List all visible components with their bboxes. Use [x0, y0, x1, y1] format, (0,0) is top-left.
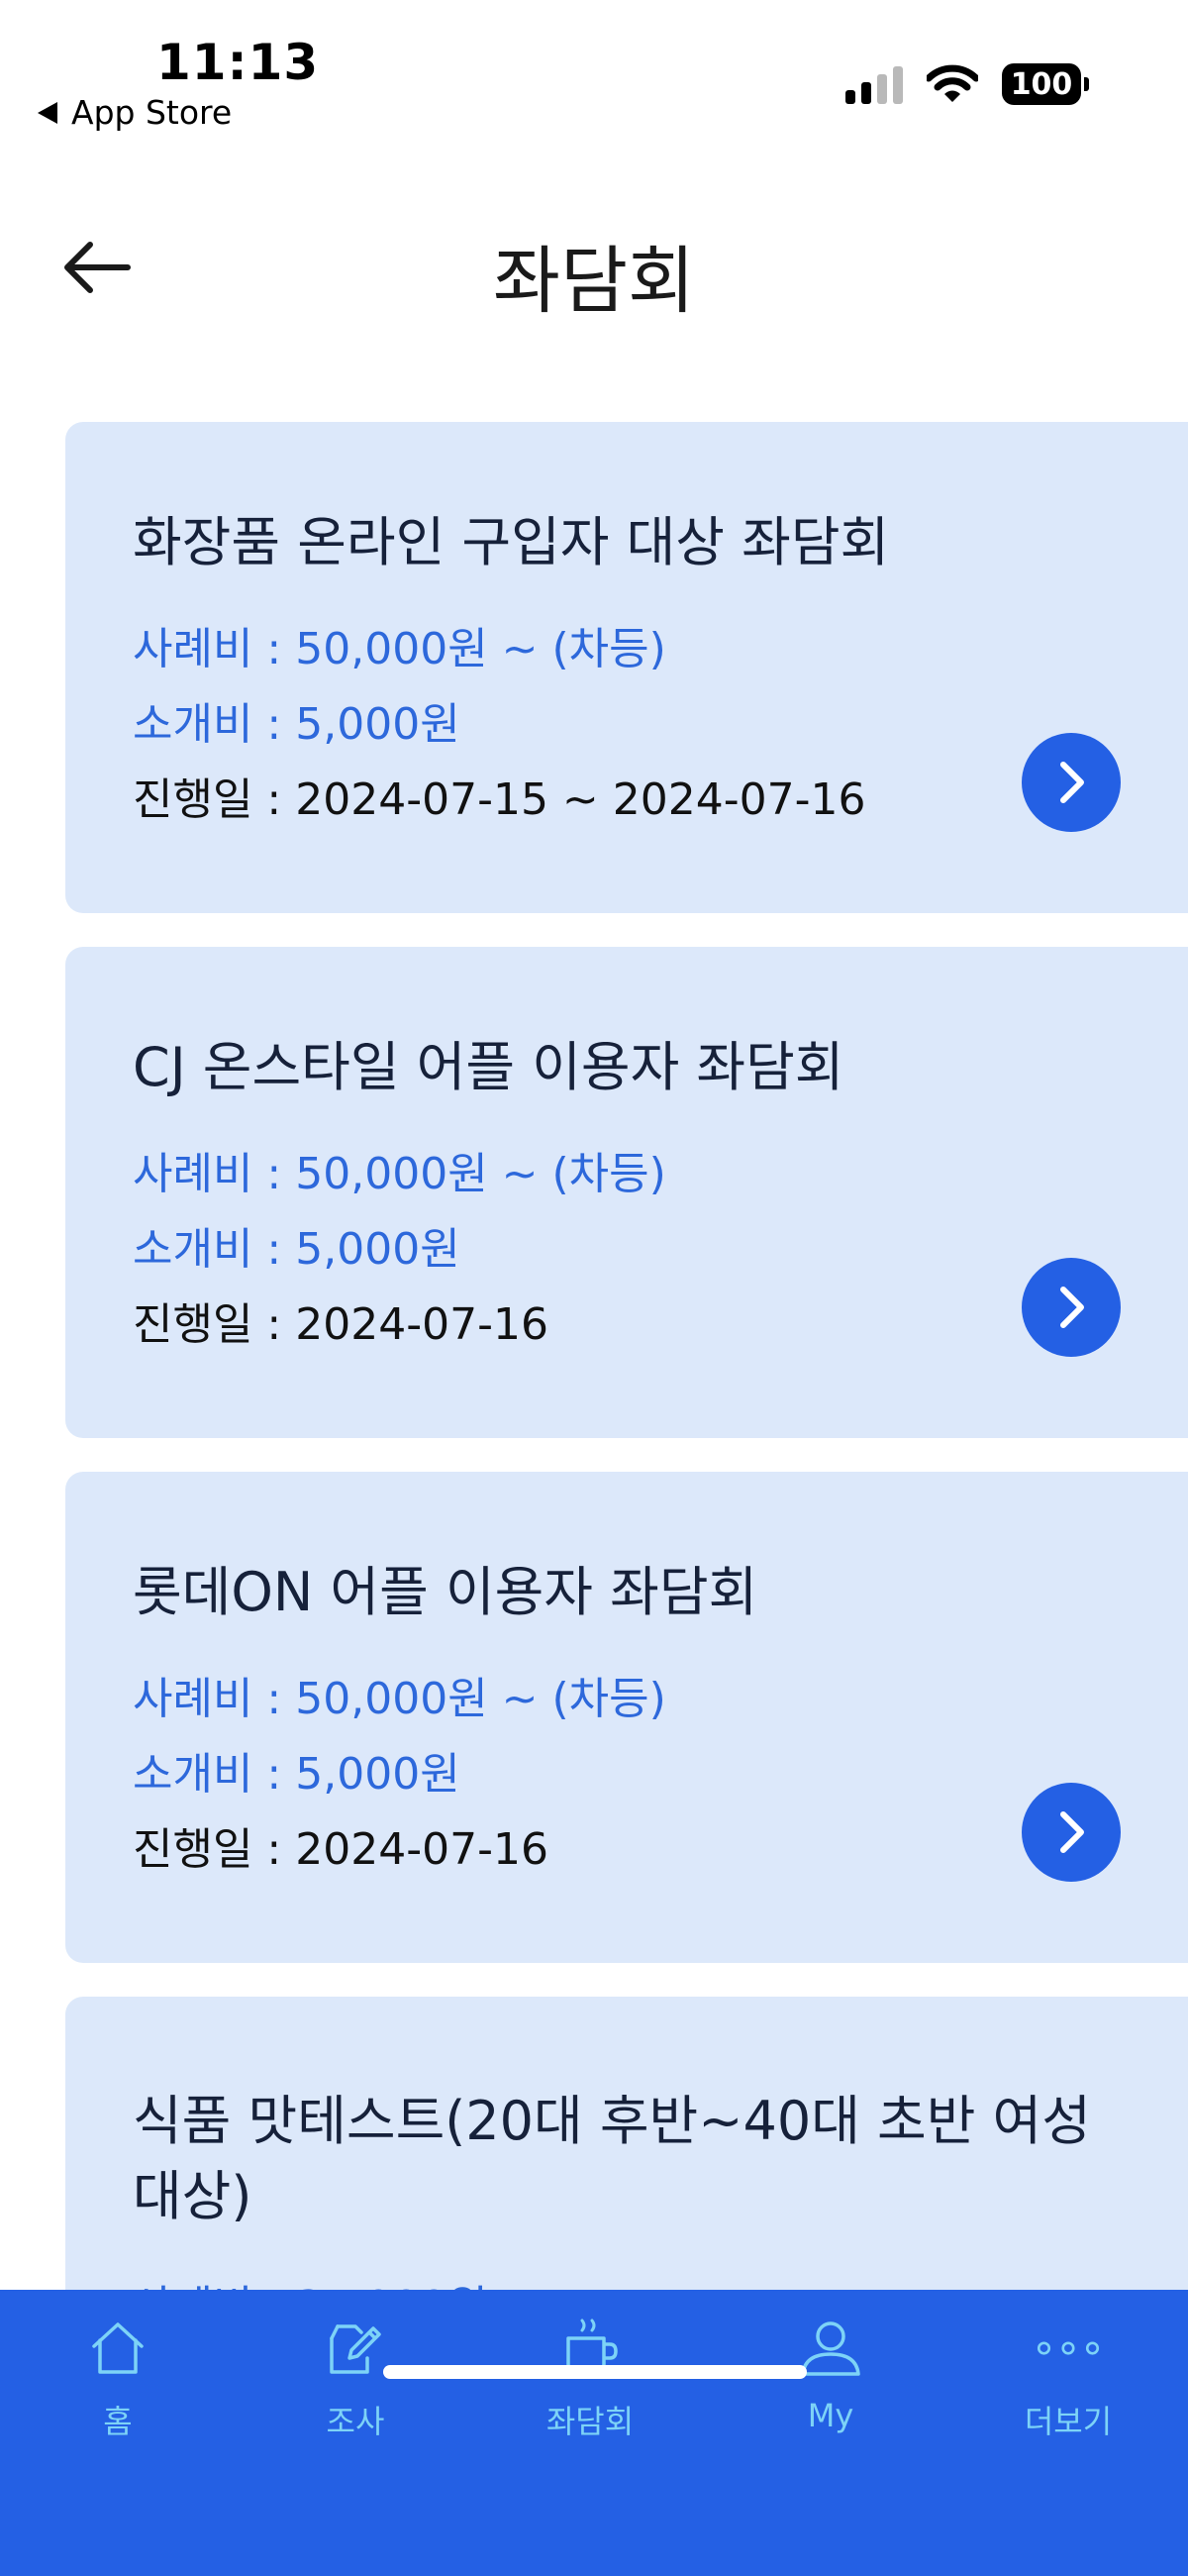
discussion-list: 화장품 온라인 구입자 대상 좌담회 사례비 : 50,000원 ~ (차등) …	[65, 422, 1188, 2522]
tab-home-label: 홈	[103, 2403, 133, 2440]
card-title: 화장품 온라인 구입자 대상 좌담회	[133, 511, 890, 573]
back-triangle-icon	[38, 101, 57, 124]
card-reward: 사례비 : 50,000원 ~ (차등)	[133, 1674, 666, 1724]
wifi-icon	[927, 64, 978, 102]
card-detail-button[interactable]	[1022, 733, 1121, 832]
bottom-tab-bar: 홈 조사 좌담회 My 더보기	[0, 2290, 1188, 2576]
card-detail-button[interactable]	[1022, 1783, 1121, 1882]
tab-more[interactable]: 더보기	[969, 2314, 1167, 2472]
card-referral-fee: 소개비 : 5,000원	[133, 1224, 460, 1275]
card-title: CJ 온스타일 어플 이용자 좌담회	[133, 1036, 844, 1098]
card-date: 진행일 : 2024-07-16	[133, 1299, 548, 1350]
card-referral-fee: 소개비 : 5,000원	[133, 699, 460, 750]
card-referral-fee: 소개비 : 5,000원	[133, 1749, 460, 1800]
back-app-label: App Store	[71, 93, 233, 132]
card-title: 롯데ON 어플 이용자 좌담회	[133, 1561, 758, 1623]
status-bar: 11:13 App Store 100	[0, 0, 1188, 149]
card-detail-button[interactable]	[1022, 1258, 1121, 1357]
tab-my-label: My	[807, 2397, 854, 2434]
battery-level: 100	[1002, 63, 1081, 105]
discussion-card[interactable]: 화장품 온라인 구입자 대상 좌담회 사례비 : 50,000원 ~ (차등) …	[65, 422, 1188, 913]
tab-more-label: 더보기	[1024, 2403, 1113, 2440]
tab-survey-label: 조사	[326, 2403, 385, 2440]
discussion-card[interactable]: CJ 온스타일 어플 이용자 좌담회 사례비 : 50,000원 ~ (차등) …	[65, 947, 1188, 1438]
card-reward: 사례비 : 50,000원 ~ (차등)	[133, 1149, 666, 1199]
status-time: 11:13	[156, 34, 320, 91]
page-title: 좌담회	[492, 239, 696, 324]
tab-survey[interactable]: 조사	[256, 2314, 454, 2472]
page-header: 좌담회	[0, 198, 1188, 337]
cellular-signal-icon	[845, 64, 903, 104]
chevron-right-icon	[1060, 1811, 1084, 1853]
home-indicator[interactable]	[383, 2365, 807, 2379]
card-date: 진행일 : 2024-07-15 ~ 2024-07-16	[133, 774, 866, 825]
chevron-right-icon	[1060, 762, 1084, 803]
chevron-right-icon	[1060, 1287, 1084, 1328]
card-date: 진행일 : 2024-07-16	[133, 1824, 548, 1875]
tab-discussion-label: 좌담회	[545, 2403, 635, 2440]
status-icons: 100	[845, 63, 1089, 105]
tab-discussion[interactable]: 좌담회	[491, 2314, 689, 2472]
battery-icon: 100	[1002, 63, 1089, 105]
card-reward: 사례비 : 50,000원 ~ (차등)	[133, 624, 666, 674]
home-icon	[83, 2314, 152, 2383]
discussion-card[interactable]: 롯데ON 어플 이용자 좌담회 사례비 : 50,000원 ~ (차등) 소개비…	[65, 1472, 1188, 1963]
survey-edit-icon	[321, 2314, 390, 2383]
tab-my[interactable]: My	[732, 2314, 930, 2472]
tab-home[interactable]: 홈	[19, 2314, 217, 2472]
back-to-app-link[interactable]: App Store	[38, 93, 232, 132]
card-title: 식품 맛테스트(20대 후반~40대 초반 여성 대상)	[133, 2090, 1091, 2227]
more-dots-icon	[1034, 2314, 1103, 2383]
